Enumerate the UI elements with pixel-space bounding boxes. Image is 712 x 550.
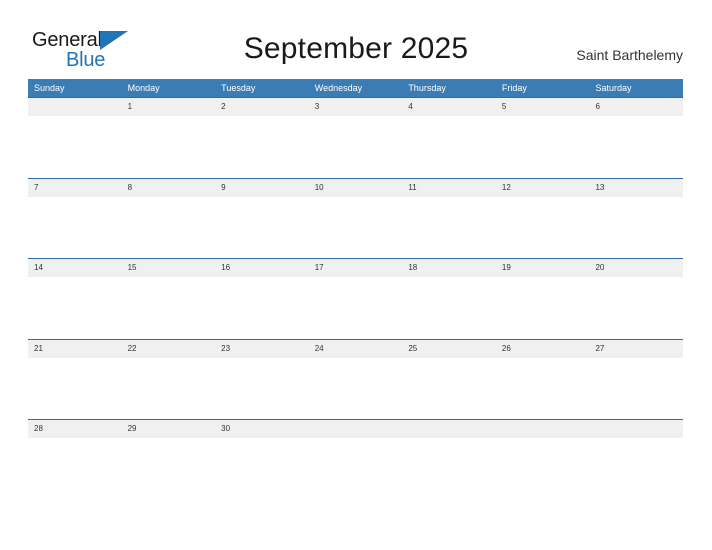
day-content-cell[interactable] [28, 277, 122, 339]
day-number[interactable]: 15 [122, 259, 216, 277]
day-number[interactable] [589, 420, 683, 438]
day-number[interactable]: 14 [28, 259, 122, 277]
day-content-cell[interactable] [589, 116, 683, 178]
day-number[interactable] [496, 420, 590, 438]
day-number[interactable] [402, 420, 496, 438]
week-row: 21 22 23 24 25 26 27 [28, 338, 683, 420]
day-content-cell[interactable] [215, 358, 309, 420]
day-number[interactable]: 12 [496, 179, 590, 197]
day-content-cell[interactable] [496, 277, 590, 339]
day-number[interactable]: 20 [589, 259, 683, 277]
day-number[interactable]: 1 [122, 98, 216, 116]
day-content-cell[interactable] [215, 438, 309, 500]
day-number[interactable]: 13 [589, 179, 683, 197]
day-number[interactable]: 25 [402, 340, 496, 358]
day-number[interactable]: 28 [28, 420, 122, 438]
day-number[interactable]: 6 [589, 98, 683, 116]
weekday-header-monday: Monday [127, 83, 160, 93]
calendar-grid: Sunday Monday Tuesday Wednesday Thursday… [28, 79, 683, 500]
day-number[interactable]: 5 [496, 98, 590, 116]
day-number[interactable]: 16 [215, 259, 309, 277]
day-number[interactable]: 9 [215, 179, 309, 197]
week-day-number-band: 14 15 16 17 18 19 20 [28, 259, 683, 277]
day-content-cell[interactable] [122, 197, 216, 259]
week-row: 1 2 3 4 5 6 [28, 97, 683, 178]
day-content-cell[interactable] [402, 116, 496, 178]
week-day-number-band: 7 8 9 10 11 12 13 [28, 178, 683, 197]
weekday-header-thursday: Thursday [408, 83, 446, 93]
day-content-cell[interactable] [402, 197, 496, 259]
day-number[interactable]: 21 [28, 340, 122, 358]
weekday-header-row: Sunday Monday Tuesday Wednesday Thursday… [28, 79, 683, 97]
day-content-cell[interactable] [28, 358, 122, 420]
day-content-cell[interactable] [215, 116, 309, 178]
weekday-header-sunday: Sunday [34, 83, 65, 93]
day-content-cell[interactable] [215, 277, 309, 339]
day-content-cell[interactable] [402, 438, 496, 500]
location-label: Saint Barthelemy [576, 47, 683, 63]
day-content-cell[interactable] [309, 116, 403, 178]
day-number[interactable]: 24 [309, 340, 403, 358]
day-content-cell[interactable] [496, 358, 590, 420]
week-day-content-row [28, 116, 683, 178]
day-content-cell[interactable] [122, 438, 216, 500]
weekday-header-wednesday: Wednesday [314, 83, 363, 93]
day-number[interactable]: 18 [402, 259, 496, 277]
day-content-cell[interactable] [28, 116, 122, 178]
day-content-cell[interactable] [215, 197, 309, 259]
weekday-header-friday: Friday [501, 83, 527, 93]
day-content-cell[interactable] [589, 277, 683, 339]
day-number[interactable]: 30 [215, 420, 309, 438]
day-number[interactable]: 26 [496, 340, 590, 358]
day-content-cell[interactable] [122, 358, 216, 420]
week-day-content-row [28, 196, 683, 259]
day-content-cell[interactable] [589, 358, 683, 420]
day-content-cell[interactable] [122, 277, 216, 339]
day-number[interactable]: 2 [215, 98, 309, 116]
day-content-cell[interactable] [309, 277, 403, 339]
day-number[interactable]: 29 [122, 420, 216, 438]
week-day-number-band: 1 2 3 4 5 6 [28, 98, 683, 116]
day-content-cell[interactable] [589, 438, 683, 500]
day-content-cell[interactable] [309, 358, 403, 420]
day-content-cell[interactable] [28, 197, 122, 259]
weekday-header-saturday: Saturday [595, 83, 632, 93]
day-content-cell[interactable] [589, 197, 683, 259]
day-number[interactable] [309, 420, 403, 438]
week-day-content-row [28, 277, 683, 339]
day-content-cell[interactable] [309, 438, 403, 500]
day-number[interactable] [28, 98, 122, 116]
day-content-cell[interactable] [496, 116, 590, 178]
day-number[interactable]: 19 [496, 259, 590, 277]
day-content-cell[interactable] [496, 438, 590, 500]
page-header: General Blue September 2025 Saint Barthe… [0, 0, 712, 78]
day-number[interactable]: 8 [122, 179, 216, 197]
week-row: 28 29 30 [28, 419, 683, 500]
week-row: 14 15 16 17 18 19 20 [28, 258, 683, 339]
day-number[interactable]: 27 [589, 340, 683, 358]
day-content-cell[interactable] [28, 438, 122, 500]
day-number[interactable]: 23 [215, 340, 309, 358]
day-number[interactable]: 11 [402, 179, 496, 197]
week-day-content-row [28, 357, 683, 420]
week-day-number-band: 21 22 23 24 25 26 27 [28, 339, 683, 358]
day-number[interactable]: 7 [28, 179, 122, 197]
week-day-content-row [28, 438, 683, 500]
day-number[interactable]: 22 [122, 340, 216, 358]
day-content-cell[interactable] [402, 358, 496, 420]
day-content-cell[interactable] [402, 277, 496, 339]
day-content-cell[interactable] [496, 197, 590, 259]
week-row: 7 8 9 10 11 12 13 [28, 177, 683, 259]
day-number[interactable]: 10 [309, 179, 403, 197]
day-number[interactable]: 3 [309, 98, 403, 116]
day-number[interactable]: 17 [309, 259, 403, 277]
week-day-number-band: 28 29 30 [28, 420, 683, 438]
day-content-cell[interactable] [122, 116, 216, 178]
day-number[interactable]: 4 [402, 98, 496, 116]
weekday-header-tuesday: Tuesday [221, 83, 256, 93]
day-content-cell[interactable] [309, 197, 403, 259]
